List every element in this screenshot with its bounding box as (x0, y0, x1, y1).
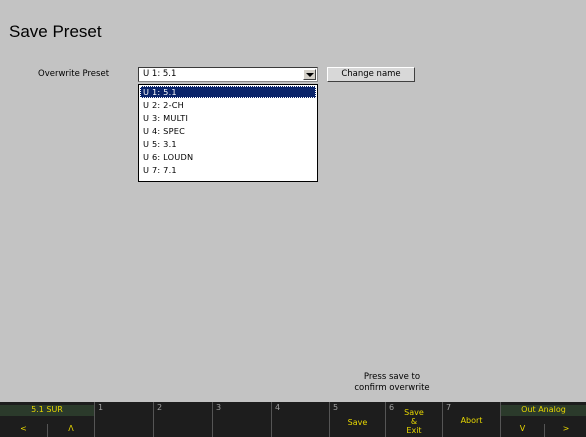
softkey-3-number: 3 (216, 403, 222, 412)
softkey-2-number: 2 (157, 403, 163, 412)
softkey-output-down-arrow-icon[interactable]: V (501, 424, 544, 433)
softkey-abort[interactable]: 7 Abort (442, 402, 500, 437)
preset-option-u4[interactable]: U 4: SPEC (140, 125, 316, 137)
softkey-7-number: 7 (446, 403, 452, 412)
softkey-bar: 5.1 SUR < Λ 1 2 3 4 5 Save 6 Save & Exit… (0, 402, 586, 437)
page-title: Save Preset (9, 22, 102, 41)
softkey-format-left-arrow-icon[interactable]: < (0, 424, 47, 433)
softkey-output-label: Out Analog (521, 405, 566, 414)
softkey-1[interactable]: 1 (94, 402, 153, 437)
hint-line-2: confirm overwrite (354, 383, 430, 393)
softkey-4-number: 4 (275, 403, 281, 412)
softkey-abort-label: Abort (460, 416, 483, 425)
preset-option-u1[interactable]: U 1: 5.1 (140, 86, 316, 98)
preset-option-u7[interactable]: U 7: 7.1 (140, 164, 316, 176)
softkey-format-label: 5.1 SUR (31, 405, 63, 414)
combo-value: U 1: 5.1 (143, 69, 177, 79)
softkey-save-label: Save (347, 418, 368, 427)
softkey-2[interactable]: 2 (153, 402, 212, 437)
softkey-4[interactable]: 4 (271, 402, 329, 437)
preset-option-u5[interactable]: U 5: 3.1 (140, 138, 316, 150)
hint-line-1: Press save to (363, 372, 421, 382)
preset-option-u2[interactable]: U 2: 2-CH (140, 99, 316, 111)
save-preset-screen: Save Preset Overwrite Preset U 1: 5.1 Ch… (0, 0, 586, 437)
preset-dropdown-list[interactable]: U 1: 5.1 U 2: 2-CH U 3: MULTI U 4: SPEC … (138, 84, 318, 182)
softkey-1-number: 1 (98, 403, 104, 412)
softkey-save-exit[interactable]: 6 Save & Exit (385, 402, 442, 437)
overwrite-preset-combobox[interactable]: U 1: 5.1 (138, 67, 318, 82)
chevron-down-icon[interactable] (303, 69, 316, 80)
softkey-save-exit-line-1: Save (404, 408, 424, 417)
preset-option-u3[interactable]: U 3: MULTI (140, 112, 316, 124)
softkey-save-exit-line-2: & (410, 417, 418, 426)
change-name-button[interactable]: Change name (327, 67, 415, 82)
softkey-format[interactable]: 5.1 SUR < Λ (0, 402, 94, 437)
preset-option-u6[interactable]: U 6: LOUDN (140, 151, 316, 163)
softkey-output[interactable]: Out Analog V > (500, 402, 586, 437)
save-hint: Press save to confirm overwrite (352, 372, 432, 394)
overwrite-preset-label: Overwrite Preset (38, 69, 110, 79)
softkey-5-number: 5 (333, 403, 339, 412)
softkey-format-up-arrow-icon[interactable]: Λ (47, 424, 94, 437)
softkey-save[interactable]: 5 Save (329, 402, 385, 437)
softkey-output-right-arrow-icon[interactable]: > (544, 424, 586, 437)
softkey-3[interactable]: 3 (212, 402, 271, 437)
softkey-save-exit-line-3: Exit (406, 426, 422, 435)
